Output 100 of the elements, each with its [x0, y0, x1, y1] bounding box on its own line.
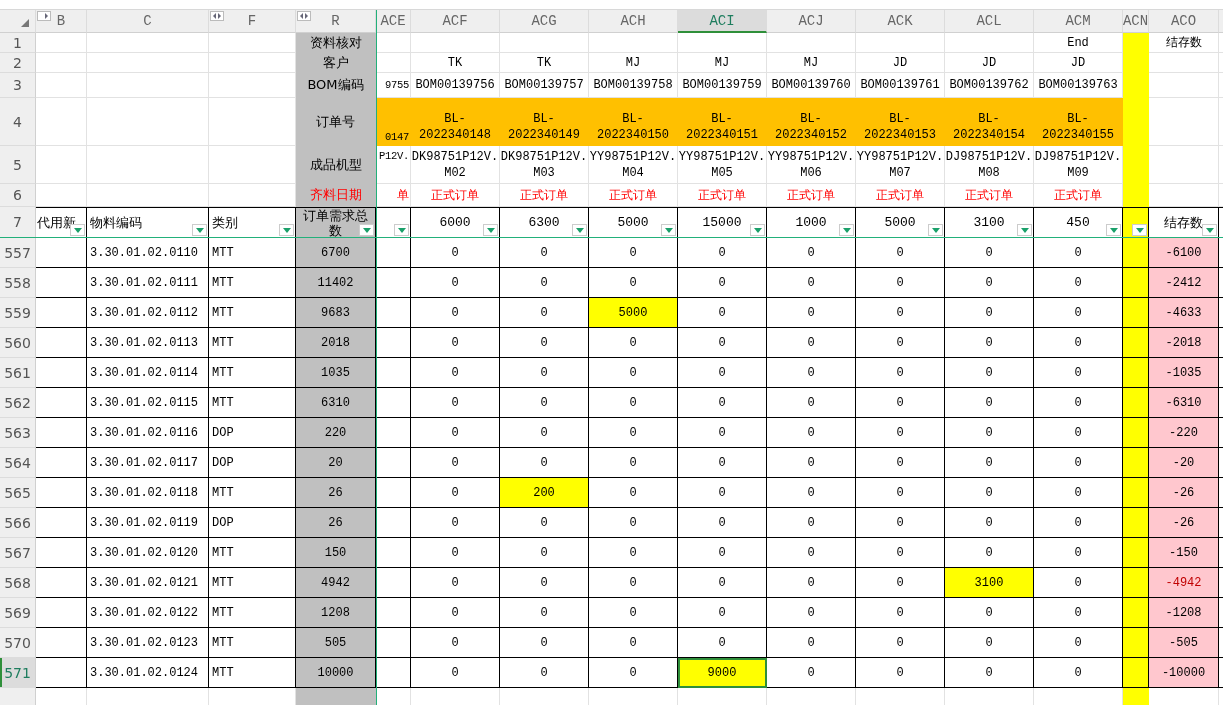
table-cell: [1149, 146, 1219, 184]
table-cell: 0: [500, 358, 589, 388]
table-cell: 0: [678, 478, 767, 508]
table-cell: [1149, 184, 1219, 207]
table-cell: 26: [296, 478, 376, 508]
row-number[interactable]: 4: [0, 98, 36, 146]
expand-icon[interactable]: [37, 11, 51, 21]
table-cell: [36, 418, 87, 448]
table-cell: 0: [767, 418, 856, 448]
filter-button[interactable]: [1202, 224, 1217, 236]
table-cell: JD: [856, 53, 945, 73]
row-number[interactable]: 7: [0, 207, 36, 238]
table-cell: 0: [767, 298, 856, 328]
row-number[interactable]: 570: [0, 628, 36, 658]
table-cell: 正式订单: [411, 184, 500, 207]
column-header[interactable]: C: [87, 10, 209, 33]
filter-button[interactable]: [661, 224, 676, 236]
column-header[interactable]: ACL: [945, 10, 1034, 33]
column-header[interactable]: ACE: [376, 10, 411, 33]
column-header[interactable]: ACI: [678, 10, 767, 33]
row-number[interactable]: 2: [0, 53, 36, 73]
row-number[interactable]: 6: [0, 184, 36, 207]
table-cell: 0: [767, 628, 856, 658]
filter-button[interactable]: [750, 224, 765, 236]
table-cell: 3.30.01.02.0118: [87, 478, 209, 508]
table-cell: [1123, 538, 1149, 568]
table-cell: [1149, 98, 1219, 146]
table-cell: 3.30.01.02.0116: [87, 418, 209, 448]
row-label: 齐料日期: [296, 184, 376, 207]
table-cell: [36, 388, 87, 418]
select-all-corner[interactable]: [0, 10, 36, 33]
filter-button[interactable]: [279, 224, 294, 236]
table-cell: 0: [767, 538, 856, 568]
row-number[interactable]: 567: [0, 538, 36, 568]
row-number[interactable]: 571: [0, 658, 36, 688]
row-number[interactable]: 1: [0, 33, 36, 53]
table-cell: YY98751P12V. M07: [856, 146, 945, 184]
row-number[interactable]: 5: [0, 146, 36, 184]
filter-button[interactable]: [928, 224, 943, 236]
filter-button[interactable]: [1017, 224, 1032, 236]
column-header[interactable]: R: [296, 10, 376, 33]
filter-button[interactable]: [359, 224, 374, 236]
table-cell: 3.30.01.02.0115: [87, 388, 209, 418]
table-cell: 0: [589, 598, 678, 628]
table-cell: 20: [296, 448, 376, 478]
column-header[interactable]: ACM: [1034, 10, 1123, 33]
row-number[interactable]: 566: [0, 508, 36, 538]
table-cell: 9683: [296, 298, 376, 328]
column-header[interactable]: ACO: [1149, 10, 1219, 33]
filter-button[interactable]: [483, 224, 498, 236]
table-cell: 0: [767, 568, 856, 598]
filter-button[interactable]: [572, 224, 587, 236]
table-cell: [36, 358, 87, 388]
row-number[interactable]: 568: [0, 568, 36, 598]
filter-button[interactable]: [1132, 224, 1147, 236]
table-cell: TK: [500, 53, 589, 73]
column-header[interactable]: ACF: [411, 10, 500, 33]
column-header[interactable]: ACH: [589, 10, 678, 33]
table-cell: 0: [500, 628, 589, 658]
filter-button[interactable]: [839, 224, 854, 236]
row-number[interactable]: 3: [0, 73, 36, 98]
table-cell: 正式订单: [500, 184, 589, 207]
row-number[interactable]: 560: [0, 328, 36, 358]
table-cell: 9000: [678, 658, 767, 688]
table-cell: [1123, 328, 1149, 358]
column-header[interactable]: F: [209, 10, 296, 33]
filter-button[interactable]: [1106, 224, 1121, 236]
column-header[interactable]: ACK: [856, 10, 945, 33]
filter-button[interactable]: [394, 224, 409, 236]
row-number[interactable]: 559: [0, 298, 36, 328]
table-cell: TK: [411, 53, 500, 73]
table-cell: 3.30.01.02.0122: [87, 598, 209, 628]
row-number[interactable]: 557: [0, 238, 36, 268]
row-number[interactable]: 569: [0, 598, 36, 628]
table-cell: 0: [767, 388, 856, 418]
table-cell: 3.30.01.02.0117: [87, 448, 209, 478]
column-header[interactable]: ACG: [500, 10, 589, 33]
column-header[interactable]: B: [36, 10, 87, 33]
table-cell: [1123, 658, 1149, 688]
table-cell: [36, 598, 87, 628]
row-label: 订单号: [296, 98, 376, 146]
row-number[interactable]: 564: [0, 448, 36, 478]
row-number[interactable]: 558: [0, 268, 36, 298]
filter-button[interactable]: [192, 224, 207, 236]
table-cell: 0: [678, 508, 767, 538]
table-cell: 0: [589, 388, 678, 418]
row-number[interactable]: 561: [0, 358, 36, 388]
row-number[interactable]: 562: [0, 388, 36, 418]
table-cell: 0: [589, 508, 678, 538]
table-cell: 0: [411, 538, 500, 568]
table-cell: BL- 2022340151: [678, 98, 767, 146]
table-cell: 6310: [296, 388, 376, 418]
column-header[interactable]: ACJ: [767, 10, 856, 33]
column-header[interactable]: ACN: [1123, 10, 1149, 33]
row-number[interactable]: 565: [0, 478, 36, 508]
row-number[interactable]: 563: [0, 418, 36, 448]
table-cell: 0: [767, 268, 856, 298]
row-label: 成品机型: [296, 146, 376, 184]
expand-icon[interactable]: [210, 11, 224, 21]
expand-icon[interactable]: [297, 11, 311, 21]
